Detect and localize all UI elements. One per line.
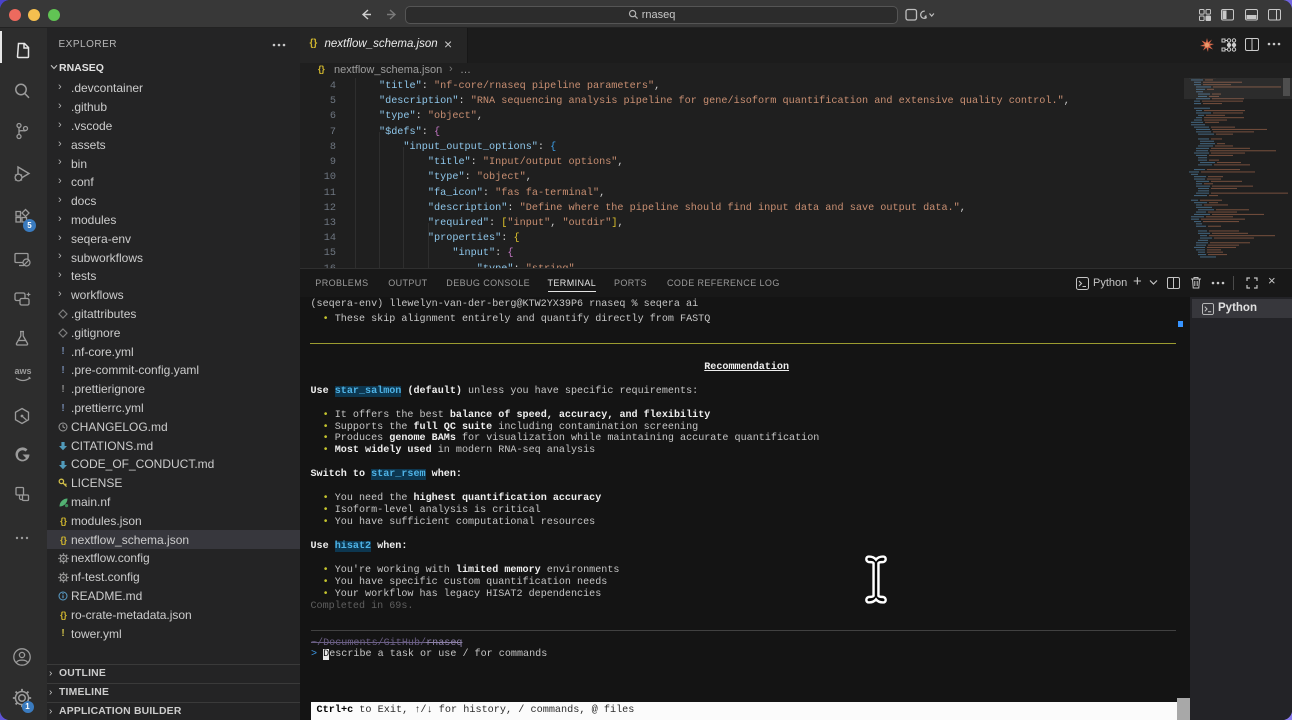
svg-text:aws: aws (14, 366, 31, 376)
